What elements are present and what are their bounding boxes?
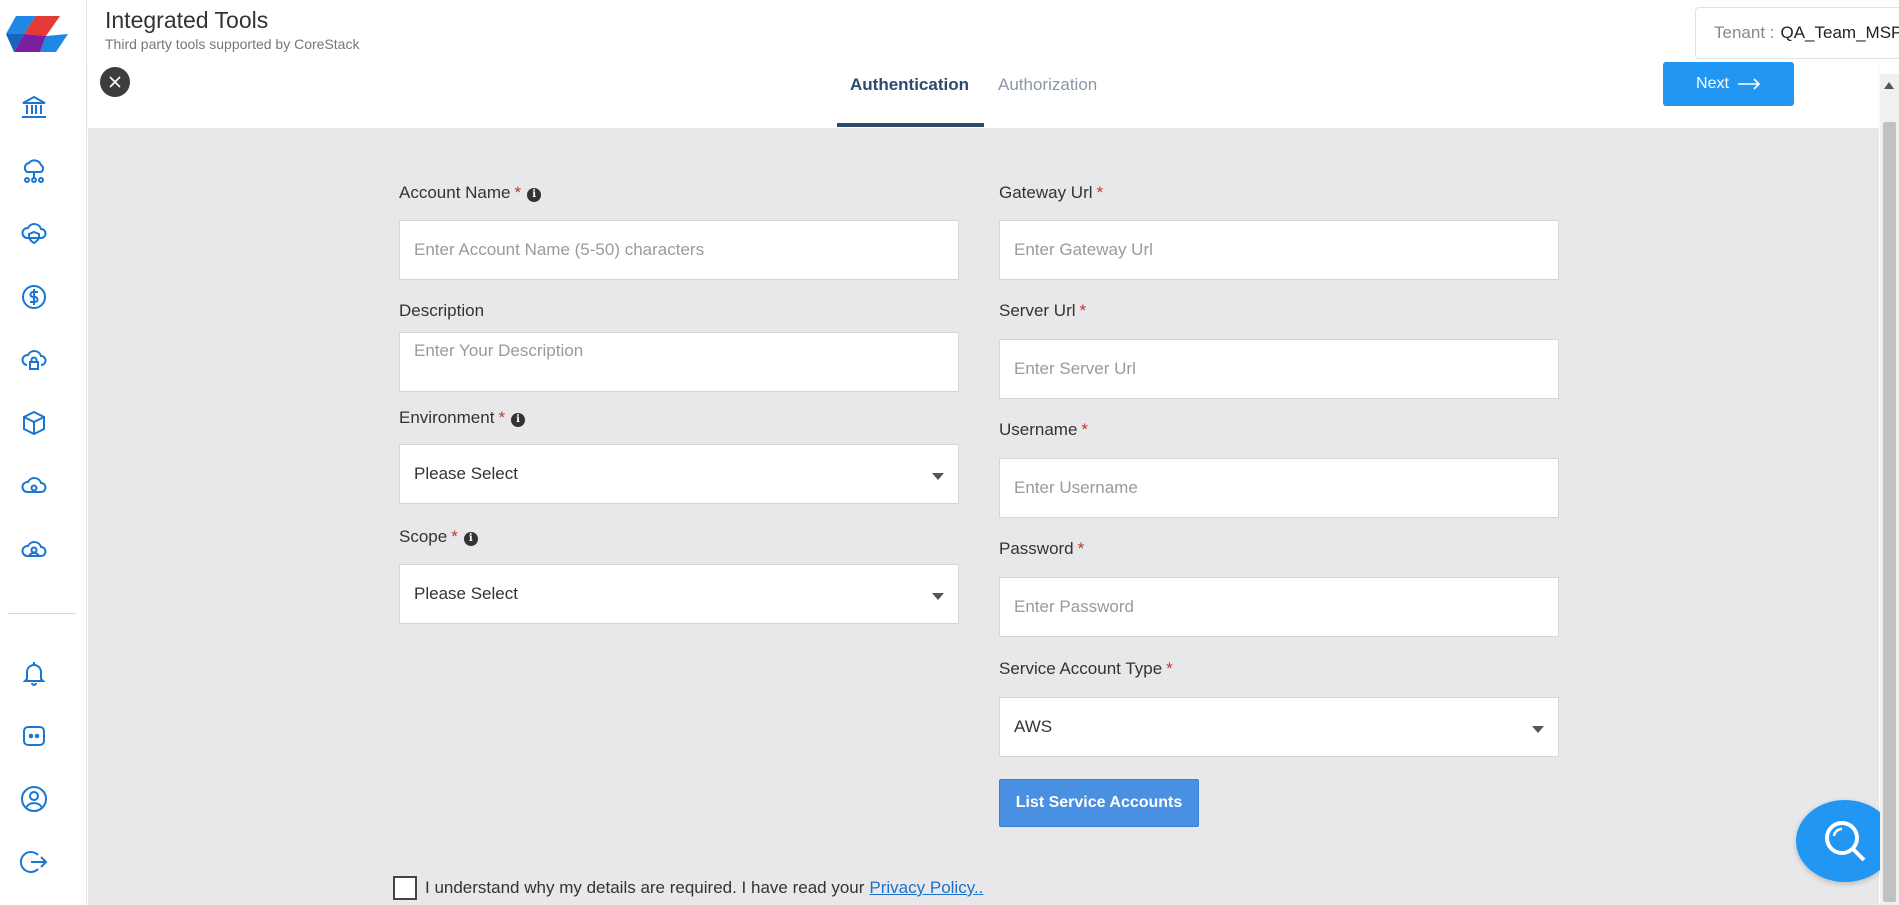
scope-select[interactable]: Please Select (399, 564, 959, 624)
cloud-gear-icon[interactable] (17, 469, 51, 503)
page-subtitle: Third party tools supported by CoreStack (105, 36, 360, 52)
chat-icon[interactable] (17, 719, 51, 753)
search-icon (1825, 821, 1866, 862)
account-name-input[interactable] (399, 220, 959, 280)
close-icon (109, 76, 121, 88)
required-mark: * (1166, 659, 1173, 678)
close-button[interactable] (100, 67, 130, 97)
bell-icon[interactable] (17, 656, 51, 690)
description-label: Description (399, 301, 485, 320)
tab-authorization[interactable]: Authorization (998, 75, 1097, 95)
consent-text: I understand why my details are required… (425, 878, 865, 897)
consent-row: I understand why my details are required… (393, 876, 983, 900)
sidebar (0, 0, 87, 905)
cube-icon[interactable] (17, 406, 51, 440)
scope-label: Scope * i (399, 527, 478, 547)
required-mark: * (1079, 301, 1087, 320)
environment-label: Environment * i (399, 408, 526, 428)
corestack-logo[interactable] (6, 14, 68, 54)
sidebar-divider (8, 613, 76, 614)
next-button[interactable]: Next (1663, 62, 1794, 106)
consent-checkbox[interactable] (393, 876, 417, 900)
tab-authentication[interactable]: Authentication (850, 75, 969, 95)
page-title: Integrated Tools (105, 7, 269, 33)
active-tab-indicator (837, 123, 984, 127)
info-icon[interactable]: i (463, 532, 478, 546)
caret-down-icon (932, 473, 944, 480)
required-mark: * (451, 527, 458, 546)
next-button-label: Next (1696, 75, 1729, 92)
scroll-thumb[interactable] (1883, 122, 1896, 902)
username-input[interactable] (999, 458, 1559, 518)
service-account-type-select[interactable]: AWS (999, 697, 1559, 757)
username-label: Username * (999, 420, 1089, 439)
caret-down-icon (1532, 726, 1544, 733)
cloud-shield-icon[interactable] (17, 216, 51, 250)
environment-select-value: Please Select (414, 464, 518, 483)
required-mark: * (1081, 420, 1089, 439)
dollar-icon[interactable] (17, 280, 51, 314)
scrollbar[interactable] (1880, 74, 1899, 905)
bank-icon[interactable] (17, 90, 51, 124)
form-area: Account Name*i Description Environment*i… (88, 128, 1879, 905)
cloud-network-icon[interactable] (17, 153, 51, 187)
environment-select[interactable]: Please Select (399, 444, 959, 504)
gateway-url-input[interactable] (999, 220, 1559, 280)
logout-icon[interactable] (17, 845, 51, 879)
user-icon[interactable] (17, 782, 51, 816)
caret-down-icon (932, 593, 944, 600)
required-mark: * (498, 408, 506, 427)
password-label: Password * (999, 539, 1085, 558)
info-icon[interactable]: i (511, 413, 526, 427)
server-url-label: Server Url * (999, 301, 1087, 320)
service-account-type-label: Service Account Type * (999, 659, 1173, 678)
tenant-value: QA_Team_MSP (1780, 23, 1899, 42)
scroll-up-arrow-icon[interactable] (1884, 82, 1894, 89)
required-mark: * (1077, 539, 1085, 558)
cloud-user-icon[interactable] (17, 533, 51, 567)
info-icon[interactable]: i (527, 188, 542, 202)
tenant-selector[interactable]: Tenant : QA_Team_MSP (1695, 7, 1899, 59)
password-input[interactable] (999, 577, 1559, 637)
step-tabs: Authentication Authorization Next (88, 62, 1879, 128)
gateway-url-label: Gateway Url * (999, 183, 1104, 202)
service-account-type-value: AWS (1014, 717, 1053, 736)
scope-select-value: Please Select (414, 584, 518, 603)
account-name-label: Account Name * i (399, 183, 542, 203)
required-mark: * (1096, 183, 1104, 202)
list-service-accounts-button[interactable]: List Service Accounts (999, 779, 1199, 827)
description-input[interactable] (399, 332, 959, 392)
arrow-right-icon (1737, 78, 1761, 90)
tenant-label: Tenant : (1714, 23, 1775, 42)
privacy-policy-link[interactable]: Privacy Policy.. (869, 878, 983, 898)
cloud-lock-icon[interactable] (17, 343, 51, 377)
server-url-input[interactable] (999, 339, 1559, 399)
required-mark: * (514, 183, 522, 202)
